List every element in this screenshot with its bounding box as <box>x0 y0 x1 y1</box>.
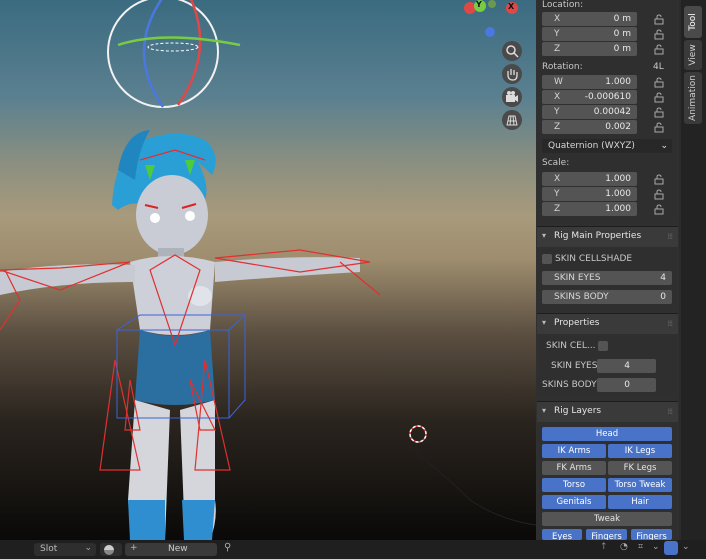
camera-view-button[interactable] <box>502 87 522 107</box>
rig-main-properties-header[interactable]: ▾ Rig Main Properties ⁞⁞⁞ <box>537 226 678 247</box>
overlay-icon[interactable] <box>664 541 678 555</box>
scale-z-field[interactable]: Z 1.000 <box>542 202 637 216</box>
drag-grip-icon[interactable]: ⁞⁞⁞ <box>667 407 673 416</box>
scale-y-field[interactable]: Y 1.000 <box>542 187 637 201</box>
rotation-label: Rotation: <box>542 62 583 72</box>
properties-header[interactable]: ▾ Properties ⁞⁞⁞ <box>537 313 678 334</box>
arrow-up-icon[interactable]: ↑ <box>600 542 608 552</box>
material-sphere-icon <box>104 545 114 555</box>
plus-icon: + <box>130 543 138 553</box>
chevron-down-icon[interactable]: ⌄ <box>682 542 690 552</box>
layer-eyes-button[interactable]: Eyes <box>542 529 582 540</box>
skin-eyes-field[interactable]: SKIN EYES 4 <box>542 271 672 285</box>
prop-skin-cel-checkbox[interactable] <box>598 341 608 351</box>
zoom-button[interactable] <box>502 41 522 61</box>
layer-genitals-button[interactable]: Genitals <box>542 495 606 509</box>
pin-icon[interactable]: ⚲ <box>224 542 231 553</box>
3d-viewport[interactable]: Y X <box>0 0 536 540</box>
slot-dropdown[interactable]: Slot ⌄ <box>34 543 96 556</box>
gizmo-y-label: Y <box>476 0 482 9</box>
rotation-y-field[interactable]: Y 0.00042 <box>542 105 637 119</box>
scale-label: Scale: <box>542 158 570 168</box>
chevron-down-icon: ▾ <box>542 231 547 240</box>
layer-ik-arms-button[interactable]: IK Arms <box>542 444 606 458</box>
ortho-toggle-button[interactable] <box>502 110 522 130</box>
location-z-field[interactable]: Z0 m <box>542 42 637 56</box>
location-label: Location: <box>542 0 584 10</box>
scene-drawing <box>0 0 536 540</box>
layer-torso-button[interactable]: Torso <box>542 478 606 492</box>
scale-x-field[interactable]: X 1.000 <box>542 172 637 186</box>
lock-icons[interactable] <box>652 12 668 217</box>
snap-icon[interactable]: ◔ <box>620 542 628 552</box>
new-material-button[interactable]: + New <box>125 543 217 556</box>
layer-ik-legs-button[interactable]: IK Legs <box>608 444 672 458</box>
pan-button[interactable] <box>502 64 522 84</box>
tab-tool[interactable]: Tool <box>684 6 702 38</box>
hand-icon <box>507 69 518 81</box>
rotation-x-field[interactable]: X -0.000610 <box>542 90 637 104</box>
layer-fk-legs-button[interactable]: FK Legs <box>608 461 672 475</box>
navigation-gizmo[interactable]: Y X <box>462 0 522 40</box>
prop-skin-eyes-field[interactable]: 4 <box>597 359 656 373</box>
rig-layers-header[interactable]: ▾ Rig Layers ⁞⁞⁞ <box>537 401 678 422</box>
layer-fk-arms-button[interactable]: FK Arms <box>542 461 606 475</box>
layer-fingers-2-button[interactable]: Fingers <box>631 529 672 540</box>
tab-view[interactable]: View <box>684 40 702 70</box>
header-right-tools[interactable]: ↑ ◔ ⌗ ⌄ ⌄ <box>600 541 696 557</box>
layer-tweak-button[interactable]: Tweak <box>542 512 672 526</box>
layer-head-button[interactable]: Head <box>542 427 672 441</box>
layer-hair-button[interactable]: Hair <box>608 495 672 509</box>
gizmo-x-label: X <box>508 2 515 11</box>
rotation-w-field[interactable]: W 1.000 <box>542 75 637 89</box>
material-browse-button[interactable] <box>100 543 122 556</box>
tab-animation[interactable]: Animation <box>684 72 702 124</box>
drag-grip-icon[interactable]: ⁞⁞⁞ <box>667 319 673 328</box>
chevron-down-icon: ⌄ <box>84 543 92 553</box>
chevron-down-icon: ▾ <box>542 406 547 415</box>
chevron-down-icon[interactable]: ⌄ <box>652 542 660 552</box>
location-x-field[interactable]: X0 m <box>542 12 637 26</box>
magnifier-icon <box>506 45 519 58</box>
prop-skins-body-label: SKINS BODY <box>542 380 597 390</box>
transform-pivot-icon[interactable]: ⌗ <box>638 542 643 552</box>
skin-cellshade-checkbox[interactable] <box>542 254 552 264</box>
skins-body-field[interactable]: SKINS BODY 0 <box>542 290 672 304</box>
grid-icon <box>506 115 518 126</box>
rotation-z-field[interactable]: Z 0.002 <box>542 120 637 134</box>
prop-skins-body-field[interactable]: 0 <box>597 378 656 392</box>
skin-cellshade-label: SKIN CELLSHADE <box>555 254 633 264</box>
layer-torso-tweak-button[interactable]: Torso Tweak <box>608 478 672 492</box>
chevron-down-icon: ▾ <box>542 318 547 327</box>
prop-skin-eyes-label: SKIN EYES <box>551 361 598 371</box>
layer-fingers-button[interactable]: Fingers <box>586 529 627 540</box>
prop-skin-cel-label: SKIN CEL... <box>546 341 596 351</box>
drag-grip-icon[interactable]: ⁞⁞⁞ <box>667 232 673 241</box>
location-y-field[interactable]: Y0 m <box>542 27 637 41</box>
camera-icon <box>506 91 518 102</box>
bottom-header-bar: Slot ⌄ + New ⚲ ↑ ◔ ⌗ ⌄ ⌄ <box>0 540 706 559</box>
